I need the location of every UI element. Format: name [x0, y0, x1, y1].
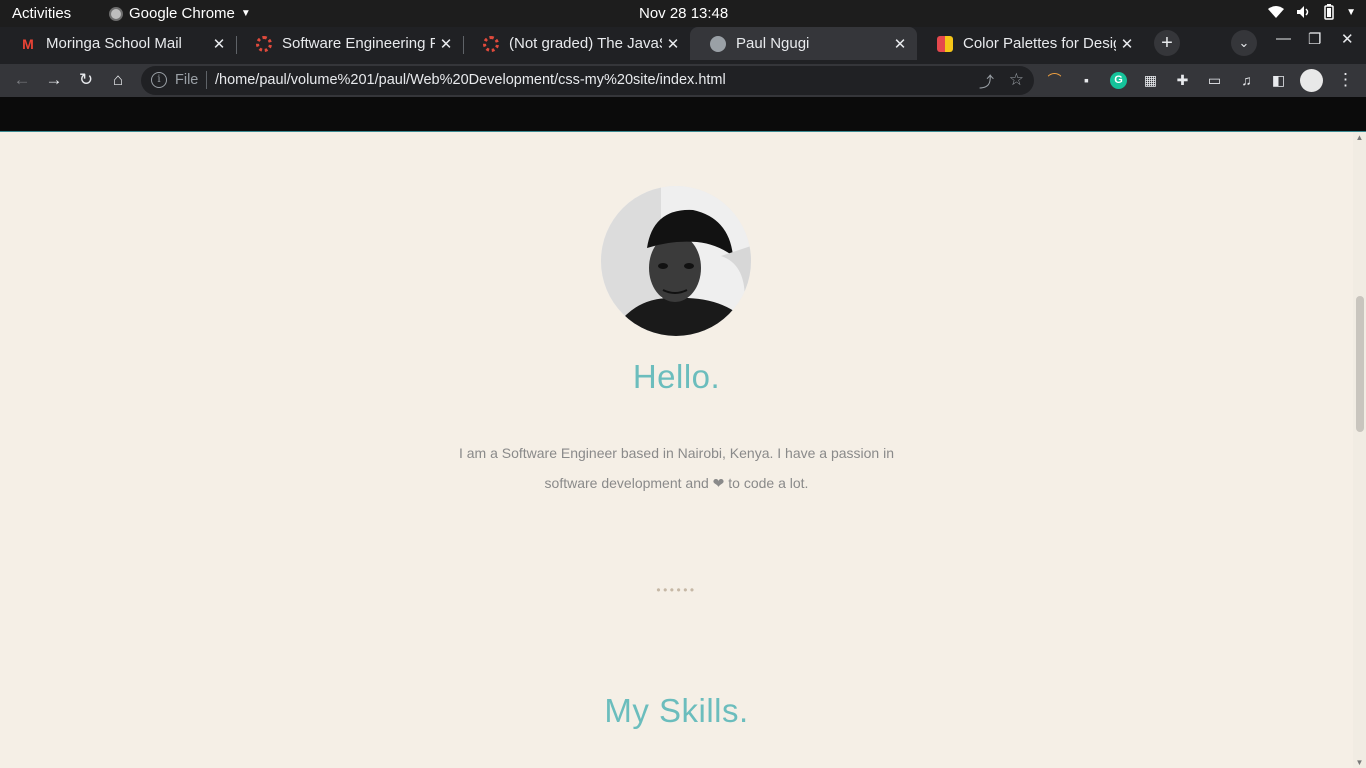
tab-color-palettes[interactable]: Color Palettes for Desig ✕	[917, 27, 1144, 60]
system-tray[interactable]: ▼	[1268, 4, 1356, 20]
tab-title: Software Engineering F	[282, 35, 435, 52]
bookmark-star-icon[interactable]: ☆	[1009, 70, 1024, 90]
intro-line-2: software development and ❤ to code a lot…	[544, 475, 809, 491]
clock[interactable]: Nov 28 13:48	[639, 5, 728, 22]
chevron-down-icon: ▼	[240, 8, 251, 19]
password-extension-icon[interactable]: ▪	[1078, 72, 1095, 89]
loading-ring-icon	[483, 35, 499, 52]
reload-button[interactable]: ↻	[75, 69, 97, 91]
app-menu[interactable]: Google Chrome ▼	[109, 5, 251, 22]
tab-title: (Not graded) The JavaSc	[509, 35, 662, 52]
tab-title: Color Palettes for Desig	[963, 35, 1116, 52]
window-close-icon[interactable]: ✕	[1341, 30, 1354, 48]
greeting-heading: Hello.	[632, 358, 721, 395]
system-top-bar: Activities Google Chrome ▼ Nov 28 13:48 …	[0, 0, 1366, 27]
profile-photo	[601, 186, 751, 336]
tab-gmail[interactable]: M Moringa School Mail ✕	[0, 27, 236, 60]
skills-heading: My Skills.	[604, 692, 749, 729]
battery-icon	[1324, 4, 1334, 20]
site-navigation-bar	[0, 97, 1366, 132]
translate-extension-icon[interactable]: ▦	[1142, 72, 1159, 89]
section-divider: ••••••	[656, 583, 697, 597]
rainbow-extension-icon[interactable]: ⌒	[1046, 72, 1063, 89]
tab-bar: M Moringa School Mail ✕ Software Enginee…	[0, 27, 1366, 64]
tab-javascript[interactable]: (Not graded) The JavaSc ✕	[463, 27, 690, 60]
activities-button[interactable]: Activities	[12, 5, 71, 22]
palette-favicon	[937, 35, 953, 52]
profile-avatar[interactable]	[1300, 69, 1323, 92]
page-scrollbar[interactable]: ▲ ▼	[1353, 132, 1366, 768]
volume-icon	[1297, 6, 1309, 18]
grammarly-icon[interactable]: G	[1110, 72, 1127, 89]
kebab-menu-icon[interactable]: ⋮	[1337, 69, 1354, 91]
puzzle-extensions-icon[interactable]: ✚	[1174, 72, 1191, 89]
scheme-label: File	[175, 72, 199, 88]
minimize-icon[interactable]: —	[1276, 30, 1291, 47]
scroll-down-arrow-icon[interactable]: ▼	[1353, 758, 1366, 767]
chevron-down-icon: ▼	[1346, 6, 1356, 18]
scrollbar-thumb[interactable]	[1356, 296, 1364, 432]
site-favicon	[710, 35, 726, 52]
tab-search-button[interactable]: ⌄	[1231, 30, 1257, 56]
loading-ring-icon	[256, 35, 272, 52]
close-icon[interactable]: ✕	[208, 35, 230, 53]
close-icon[interactable]: ✕	[1116, 35, 1138, 53]
media-control-icon[interactable]: ♫	[1238, 72, 1255, 89]
info-icon[interactable]: i	[151, 72, 167, 88]
intro-paragraph: I am a Software Engineer based in Nairob…	[0, 438, 1353, 498]
close-icon[interactable]: ✕	[662, 35, 684, 53]
home-button[interactable]: ⌂	[107, 69, 129, 91]
tab-title: Moringa School Mail	[46, 35, 182, 52]
page-content: Hello. I am a Software Engineer based in…	[0, 132, 1353, 768]
chrome-icon	[109, 6, 123, 21]
tab-software-engineering[interactable]: Software Engineering F ✕	[236, 27, 463, 60]
back-button[interactable]: ←	[11, 69, 33, 91]
cast-icon[interactable]: ▭	[1206, 72, 1223, 89]
wifi-icon	[1268, 6, 1285, 18]
scroll-up-arrow-icon[interactable]: ▲	[1353, 133, 1366, 142]
new-tab-button[interactable]: +	[1154, 30, 1180, 56]
intro-line-1: I am a Software Engineer based in Nairob…	[458, 445, 895, 461]
restore-icon[interactable]: ❐	[1308, 30, 1321, 48]
browser-toolbar: ← → ↻ ⌂ i File /home/paul/volume%201/pau…	[0, 64, 1366, 97]
url-text[interactable]: /home/paul/volume%201/paul/Web%20Develop…	[215, 72, 726, 88]
close-icon[interactable]: ✕	[435, 35, 457, 53]
tab-paul-ngugi[interactable]: Paul Ngugi ✕	[690, 27, 917, 60]
close-icon[interactable]: ✕	[889, 35, 911, 53]
tab-title: Paul Ngugi	[736, 35, 810, 52]
share-icon[interactable]: ⤴	[979, 71, 994, 92]
app-name: Google Chrome	[129, 5, 235, 22]
side-panel-icon[interactable]: ◧	[1270, 72, 1287, 89]
forward-button[interactable]: →	[43, 69, 65, 91]
address-bar[interactable]: i File /home/paul/volume%201/paul/Web%20…	[141, 66, 1034, 95]
omnibox-separator	[206, 71, 207, 89]
gmail-icon: M	[22, 35, 34, 52]
